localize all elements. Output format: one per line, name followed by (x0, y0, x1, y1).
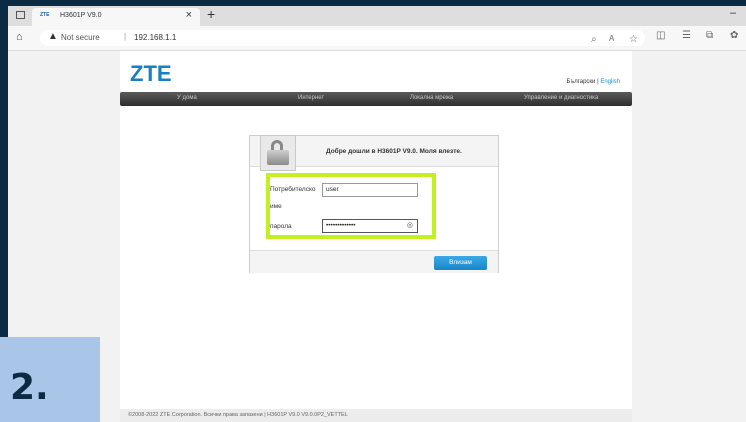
nav-item-lan[interactable]: Локална мрежа (410, 95, 453, 101)
tab-bar: ZTE H3601P V9.0 × + – (8, 6, 746, 26)
favorites-icon[interactable]: ☰ (682, 30, 691, 41)
login-panel: Добре дошли в H3601P V9.0. Моля влезте. … (249, 135, 499, 273)
highlight-box (266, 173, 436, 239)
collections-icon[interactable]: ⧉ (706, 30, 713, 41)
warning-icon[interactable]: ▲ (48, 31, 58, 42)
lock-body (267, 150, 289, 165)
nav-item-home[interactable]: У дома (177, 95, 197, 101)
tab-title: H3601P V9.0 (60, 12, 102, 19)
lang-english-link[interactable]: English (600, 79, 620, 85)
welcome-message: Добре дошли в H3601P V9.0. Моля влезте. (326, 148, 462, 155)
extensions-icon[interactable]: ✿ (730, 30, 738, 41)
browser-window: ZTE H3601P V9.0 × + – ⌂ ▲ Not secure | 1… (8, 6, 746, 422)
login-button[interactable]: Влизам (434, 256, 487, 270)
lock-icon (260, 135, 296, 171)
step-badge: 2. (0, 337, 100, 422)
lang-separator: | (597, 79, 599, 85)
language-switch: Български | English (567, 79, 621, 85)
tab-favicon: ZTE (40, 12, 50, 18)
url-separator: | (124, 32, 127, 41)
main-nav: У дома Интернет Локална мрежа Управление… (120, 92, 632, 106)
split-screen-icon[interactable]: ◫ (656, 30, 665, 41)
step-number: 2. (10, 367, 49, 408)
router-page: ZTE Български | English У дома Интернет … (120, 51, 632, 422)
favorite-star-icon[interactable]: ☆ (629, 34, 638, 45)
nav-item-internet[interactable]: Интернет (298, 95, 324, 101)
home-icon[interactable]: ⌂ (16, 31, 23, 43)
zte-logo: ZTE (130, 61, 172, 86)
tab-close-icon[interactable]: × (186, 9, 192, 21)
page-viewport: ZTE Български | English У дома Интернет … (8, 51, 746, 422)
url-field[interactable]: ▲ Not secure | 192.168.1.1 ⌕ A ☆ (40, 30, 645, 46)
login-header: Добре дошли в H3601P V9.0. Моля влезте. (250, 135, 498, 171)
lang-current[interactable]: Български (567, 79, 596, 85)
minimize-button[interactable]: – (730, 7, 736, 19)
search-icon[interactable]: ⌕ (591, 34, 597, 45)
window-menu-icon[interactable] (16, 11, 25, 19)
read-aloud-icon[interactable]: A (609, 34, 614, 43)
nav-item-management[interactable]: Управление и диагностика (524, 95, 598, 101)
new-tab-button[interactable]: + (207, 6, 215, 22)
address-bar: ⌂ ▲ Not secure | 192.168.1.1 ⌕ A ☆ ◫ ☰ ⧉… (8, 26, 746, 51)
copyright-footer: ©2008-2022 ZTE Corporation. Всички права… (120, 409, 632, 422)
security-label[interactable]: Not secure (61, 33, 100, 42)
browser-tab[interactable]: ZTE H3601P V9.0 × (32, 8, 200, 26)
url-text[interactable]: 192.168.1.1 (134, 33, 176, 42)
